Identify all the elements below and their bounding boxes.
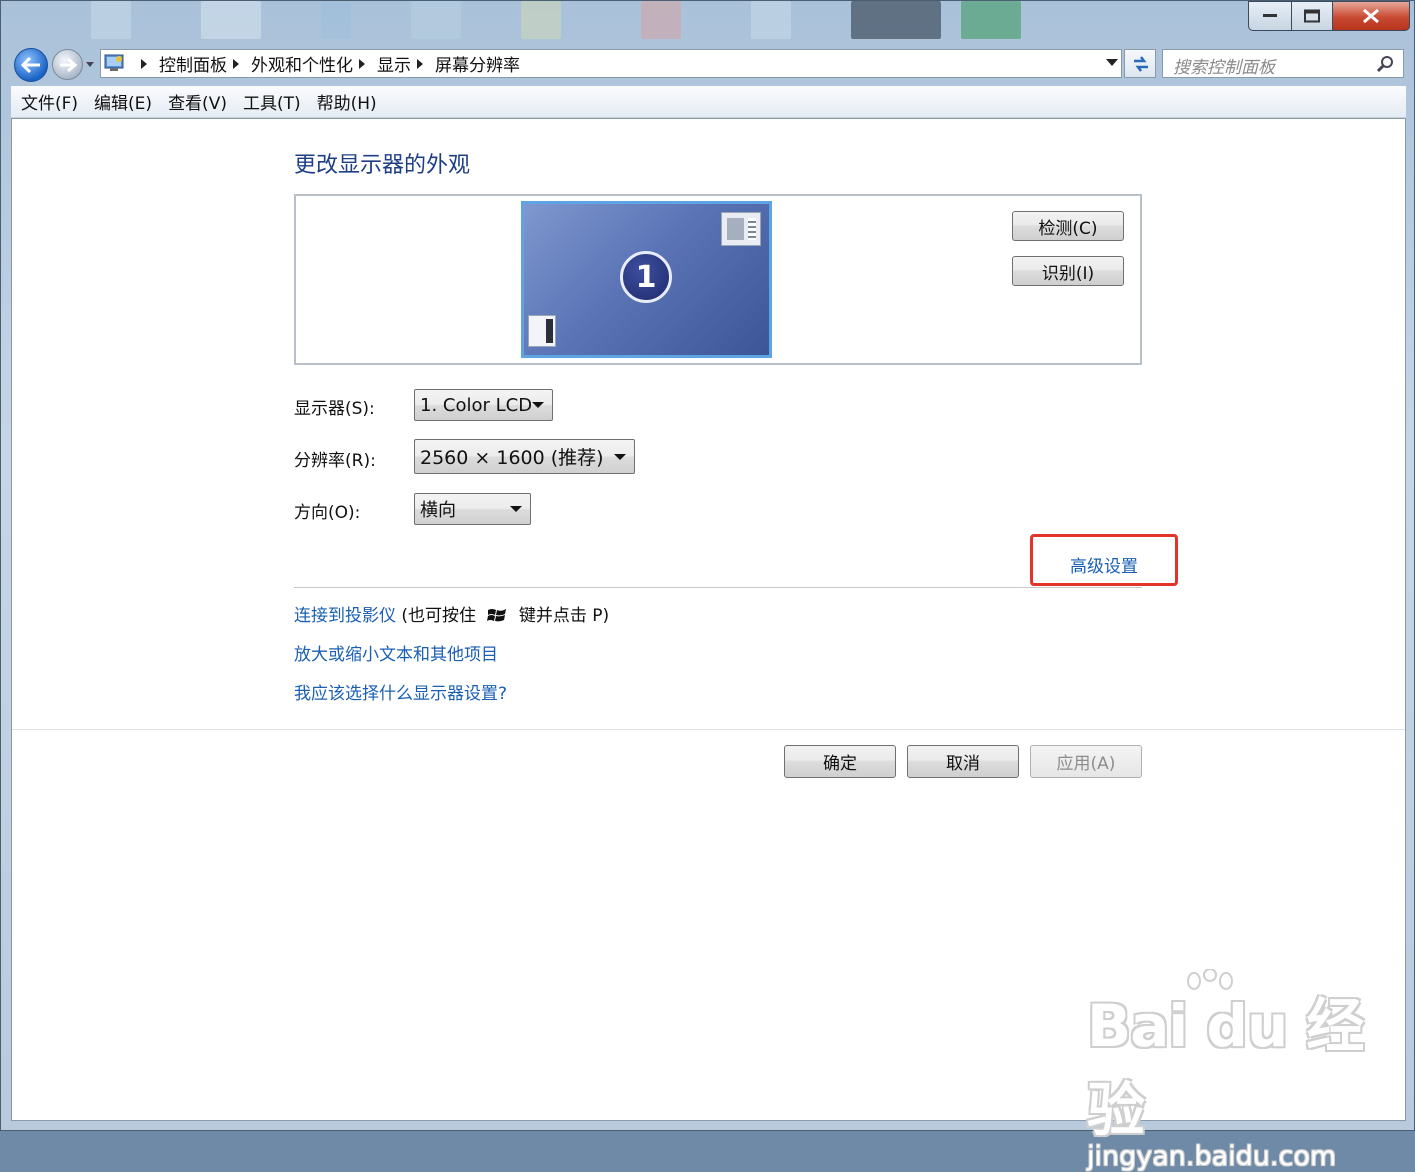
- projector-hint-suffix: 键并点击 P): [518, 606, 610, 626]
- divider: [294, 587, 1142, 588]
- breadcrumb-separator-icon[interactable]: [417, 58, 423, 69]
- close-icon: [1363, 8, 1379, 24]
- search-icon[interactable]: [1377, 55, 1395, 73]
- maximize-icon: [1304, 9, 1320, 23]
- refresh-button[interactable]: [1124, 49, 1156, 78]
- resolution-select-value: 2560 × 1600 (推荐): [420, 447, 604, 469]
- display-settings-help-link[interactable]: 我应该选择什么显示器设置?: [294, 679, 507, 704]
- page-title: 更改显示器的外观: [294, 153, 471, 178]
- ok-button[interactable]: 确定: [784, 745, 896, 778]
- monitor-preview-panel: 1 检测(C) 识别(I): [294, 194, 1142, 365]
- maximize-button[interactable]: [1291, 1, 1333, 31]
- display-select-value: 1. Color LCD: [420, 394, 533, 416]
- projector-row: 连接到投影仪 (也可按住 键并点击 P): [294, 601, 609, 626]
- footer-divider: [12, 729, 1405, 730]
- menu-view[interactable]: 查看(V): [160, 89, 235, 114]
- content-pane: 更改显示器的外观 1 检测(C) 识别(I) 显示器(S): 1. Color …: [11, 118, 1406, 1172]
- windows-logo-icon: [487, 609, 507, 622]
- orientation-select[interactable]: 横向: [414, 493, 531, 525]
- apply-button[interactable]: 应用(A): [1030, 745, 1142, 778]
- menu-help[interactable]: 帮助(H): [309, 89, 385, 114]
- baidu-jingyan-watermark: Bai du 经验 jingyan.baidu.com: [1087, 969, 1405, 1172]
- display-select[interactable]: 1. Color LCD: [414, 389, 553, 421]
- back-button[interactable]: [14, 48, 48, 82]
- refresh-icon: [1134, 56, 1148, 72]
- chevron-down-icon: [614, 454, 626, 460]
- breadcrumb-separator-icon[interactable]: [359, 58, 365, 69]
- breadcrumb-item-control-panel[interactable]: 控制面板: [159, 51, 227, 76]
- arrow-right-icon: [59, 57, 77, 72]
- gadget-thumbnail-icon: [528, 315, 556, 347]
- window-thumbnail-icon: [721, 212, 761, 246]
- search-input[interactable]: 搜索控制面板: [1173, 53, 1275, 78]
- address-history-dropdown-icon[interactable]: [1106, 59, 1118, 66]
- control-panel-window: 控制面板 外观和个性化 显示 屏幕分辨率 搜索控制面板 文件(F) 编辑(E) …: [0, 0, 1415, 1172]
- advanced-settings-link[interactable]: 高级设置: [1070, 552, 1138, 577]
- detect-button[interactable]: 检测(C): [1012, 211, 1124, 241]
- menu-edit[interactable]: 编辑(E): [86, 89, 160, 114]
- minimize-button[interactable]: [1248, 1, 1292, 31]
- resolution-label: 分辨率(R):: [294, 451, 376, 471]
- paw-logo-icon: [1187, 969, 1233, 990]
- menu-bar: 文件(F) 编辑(E) 查看(V) 工具(T) 帮助(H): [11, 86, 1406, 118]
- chevron-down-icon: [510, 506, 522, 512]
- search-box[interactable]: 搜索控制面板: [1162, 49, 1404, 78]
- display-label: 显示器(S):: [294, 399, 375, 419]
- breadcrumb: 控制面板 外观和个性化 显示 屏幕分辨率: [135, 50, 520, 77]
- chevron-down-icon: [532, 402, 544, 408]
- text-size-link[interactable]: 放大或缩小文本和其他项目: [294, 640, 498, 665]
- arrow-left-icon: [21, 57, 40, 73]
- breadcrumb-item-appearance[interactable]: 外观和个性化: [251, 51, 353, 76]
- minimize-icon: [1263, 14, 1277, 17]
- monitor-number-badge: 1: [620, 251, 672, 303]
- breadcrumb-item-screen-resolution[interactable]: 屏幕分辨率: [435, 51, 520, 76]
- breadcrumb-separator-icon[interactable]: [233, 58, 239, 69]
- watermark-url: jingyan.baidu.com: [1087, 1141, 1337, 1172]
- recent-pages-dropdown-icon[interactable]: [85, 59, 95, 69]
- connect-projector-link[interactable]: 连接到投影仪: [294, 606, 396, 626]
- resolution-select[interactable]: 2560 × 1600 (推荐): [414, 439, 635, 474]
- orientation-label: 方向(O):: [294, 503, 361, 523]
- control-panel-icon: [104, 54, 124, 71]
- breadcrumb-item-display[interactable]: 显示: [377, 51, 411, 76]
- watermark-logo: Bai du 经验: [1087, 992, 1364, 1144]
- identify-button[interactable]: 识别(I): [1012, 256, 1124, 286]
- forward-button[interactable]: [52, 49, 83, 80]
- menu-file[interactable]: 文件(F): [11, 89, 86, 114]
- projector-hint-prefix: (也可按住: [401, 606, 477, 626]
- background-thumbnails: [61, 1, 1141, 41]
- address-bar[interactable]: 控制面板 外观和个性化 显示 屏幕分辨率: [100, 49, 1122, 78]
- orientation-select-value: 横向: [420, 500, 456, 521]
- breadcrumb-separator-icon[interactable]: [141, 58, 147, 69]
- menu-tools[interactable]: 工具(T): [235, 89, 309, 114]
- title-bar[interactable]: [1, 1, 1414, 41]
- monitor-1-thumbnail[interactable]: 1: [521, 201, 772, 358]
- cancel-button[interactable]: 取消: [907, 745, 1019, 778]
- close-button[interactable]: [1332, 1, 1410, 31]
